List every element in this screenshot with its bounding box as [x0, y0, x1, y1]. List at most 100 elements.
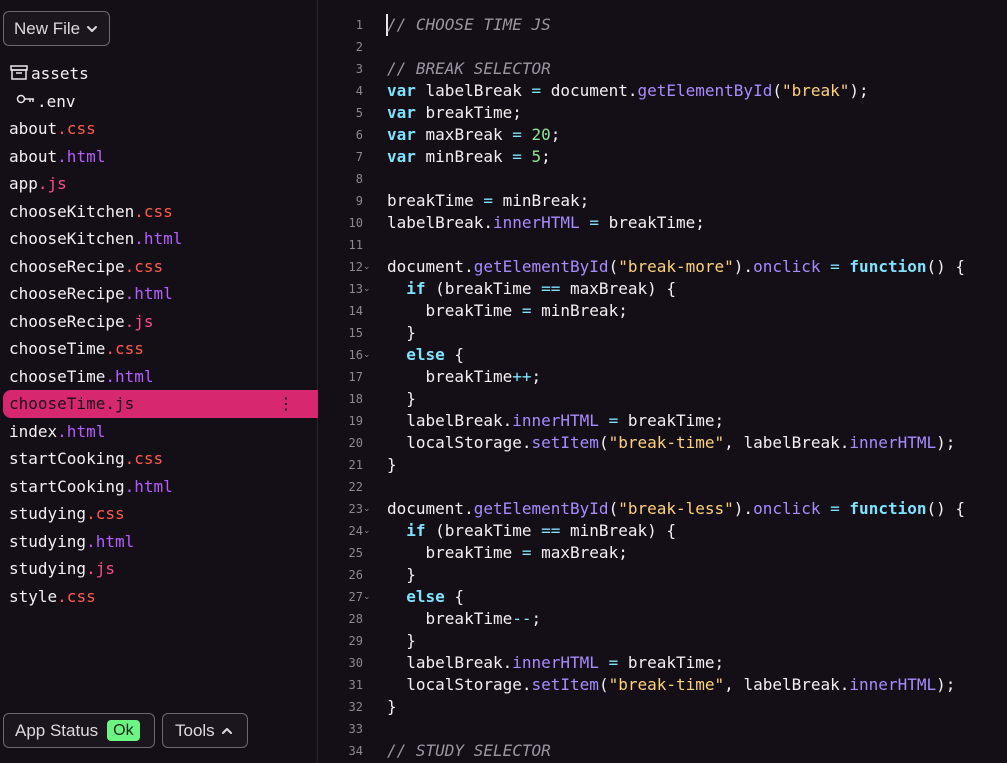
code-line[interactable]: 15 }	[319, 322, 1007, 344]
code-line[interactable]: 9 breakTime = minBreak;	[319, 190, 1007, 212]
code-line[interactable]: 7 var minBreak = 5;	[319, 146, 1007, 168]
code-line[interactable]: 1 // CHOOSE TIME JS	[319, 14, 1007, 36]
code-text: else {	[387, 586, 464, 608]
file-name: chooseTime	[9, 394, 106, 413]
code-line[interactable]: 14 breakTime = minBreak;	[319, 300, 1007, 322]
code-text: }	[387, 388, 416, 410]
code-line[interactable]: 11	[319, 234, 1007, 256]
file-extension: .css	[124, 256, 164, 276]
code-line[interactable]: 16 ⌄ else {	[319, 344, 1007, 366]
file-extension: .html	[124, 284, 173, 303]
app-status-button[interactable]: App Status Ok	[3, 713, 155, 748]
code-editor[interactable]: 1// CHOOSE TIME JS 2 3// BREAK SELECTOR 4 va…	[319, 0, 1007, 763]
file-name: .env	[37, 91, 76, 111]
file-tree: assets .env about.css about.html app.js choos…	[0, 60, 318, 610]
code-token: setItem	[531, 433, 599, 452]
folder-item[interactable]: assets	[0, 60, 318, 88]
folder-item[interactable]: .env	[0, 88, 318, 116]
code-line[interactable]: 2	[319, 36, 1007, 58]
fold-chevron-icon[interactable]: ⌄	[363, 498, 371, 520]
code-line[interactable]: 28 breakTime--;	[319, 608, 1007, 630]
fold-chevron-icon[interactable]: ⌄	[363, 520, 371, 542]
code-line[interactable]: 13 ⌄ if (breakTime == maxBreak) {	[319, 278, 1007, 300]
code-line[interactable]: 10 labelBreak.innerHTML = breakTime;	[319, 212, 1007, 234]
code-line[interactable]: 12 ⌄ document.getElementById("break-more")…	[319, 256, 1007, 278]
file-name: chooseRecipe	[9, 284, 125, 303]
code-token: else	[406, 587, 445, 606]
file-item[interactable]: index.html	[0, 418, 318, 446]
code-line[interactable]: 34 // STUDY SELECTOR	[319, 740, 1007, 762]
fold-chevron-icon[interactable]: ⌄	[363, 278, 371, 300]
file-extension: .css	[124, 449, 164, 468]
file-item[interactable]: studying.html	[0, 528, 318, 556]
code-line[interactable]: 25 breakTime = maxBreak;	[319, 542, 1007, 564]
code-line[interactable]: 24 ⌄ if (breakTime == minBreak) {	[319, 520, 1007, 542]
file-extension: .css	[86, 504, 125, 523]
code-line[interactable]: 22	[319, 476, 1007, 498]
code-line[interactable]: 21}	[319, 454, 1007, 476]
code-line[interactable]: 27 ⌄ else {	[319, 586, 1007, 608]
file-name: studying	[9, 504, 87, 523]
code-text: if (breakTime == minBreak) {	[387, 520, 676, 542]
code-token: =	[512, 147, 522, 166]
fold-chevron-icon[interactable]: ⌄	[363, 344, 371, 366]
code-text: var maxBreak = 20;	[387, 124, 560, 146]
file-item[interactable]: style.css	[0, 583, 318, 611]
tools-button[interactable]: Tools	[162, 713, 248, 748]
file-item[interactable]: chooseTime.html	[0, 363, 318, 391]
code-line[interactable]: 17 breakTime++;	[319, 366, 1007, 388]
code-token: }	[387, 323, 416, 342]
file-item[interactable]: chooseRecipe.js	[0, 308, 318, 336]
file-item[interactable]: chooseRecipe.css	[0, 253, 318, 281]
new-file-button[interactable]: New File	[3, 11, 110, 46]
code-token: "break-time"	[608, 433, 725, 452]
code-line[interactable]: 26 }	[319, 564, 1007, 586]
code-line[interactable]: 5 var breakTime;	[319, 102, 1007, 124]
line-number: 27	[348, 590, 363, 604]
code-line[interactable]: 33	[319, 718, 1007, 740]
file-item[interactable]: chooseTime.css	[0, 335, 318, 363]
code-token: labelBreak.	[387, 213, 493, 232]
code-line[interactable]: 3 // BREAK SELECTOR	[319, 58, 1007, 80]
code-line[interactable]: 19 labelBreak.innerHTML = breakTime;	[319, 410, 1007, 432]
file-item[interactable]: studying.js	[0, 555, 318, 583]
file-item[interactable]: app.js	[0, 170, 318, 198]
file-name: about	[9, 119, 58, 138]
line-number: 28	[348, 612, 363, 626]
file-name: studying	[9, 559, 87, 578]
code-line[interactable]: 29 }	[319, 630, 1007, 652]
file-item[interactable]: chooseKitchen.html	[0, 225, 318, 253]
file-item[interactable]: startCooking.html	[0, 473, 318, 501]
code-line[interactable]: 8	[319, 168, 1007, 190]
fold-chevron-icon[interactable]: ⌄	[363, 586, 371, 608]
code-line[interactable]: 18 }	[319, 388, 1007, 410]
code-token: () {	[926, 257, 966, 276]
line-number: 29	[348, 634, 363, 648]
code-token: // BREAK SELECTOR	[387, 59, 551, 78]
file-item[interactable]: studying.css	[0, 500, 318, 528]
file-item[interactable]: startCooking.css	[0, 445, 318, 473]
code-line[interactable]: 31 localStorage.setItem("break-time", la…	[319, 674, 1007, 696]
code-token: ).	[733, 499, 754, 518]
file-item[interactable]: chooseTime.js ⋮	[3, 390, 318, 418]
file-item[interactable]: chooseKitchen.css	[0, 198, 318, 226]
code-line[interactable]: 30 labelBreak.innerHTML = breakTime;	[319, 652, 1007, 674]
code-text: if (breakTime == maxBreak) {	[387, 278, 676, 300]
code-line[interactable]: 23 ⌄ document.getElementById("break-less")…	[319, 498, 1007, 520]
code-token: "break"	[781, 81, 850, 100]
file-item[interactable]: about.css	[0, 115, 318, 143]
code-line[interactable]: 32}	[319, 696, 1007, 718]
file-name: index	[9, 421, 58, 441]
code-token: document.	[387, 257, 474, 276]
fold-chevron-icon[interactable]: ⌄	[363, 256, 371, 278]
status-badge: Ok	[107, 720, 140, 741]
more-options-icon[interactable]: ⋮	[278, 390, 294, 418]
code-line[interactable]: 4 var labelBreak = document.getElementByI…	[319, 80, 1007, 102]
file-item[interactable]: about.html	[0, 143, 318, 171]
file-item[interactable]: chooseRecipe.html	[0, 280, 318, 308]
code-line[interactable]: 6 var maxBreak = 20;	[319, 124, 1007, 146]
code-line[interactable]: 20 localStorage.setItem("break-time", la…	[319, 432, 1007, 454]
line-number: 23	[348, 502, 363, 516]
